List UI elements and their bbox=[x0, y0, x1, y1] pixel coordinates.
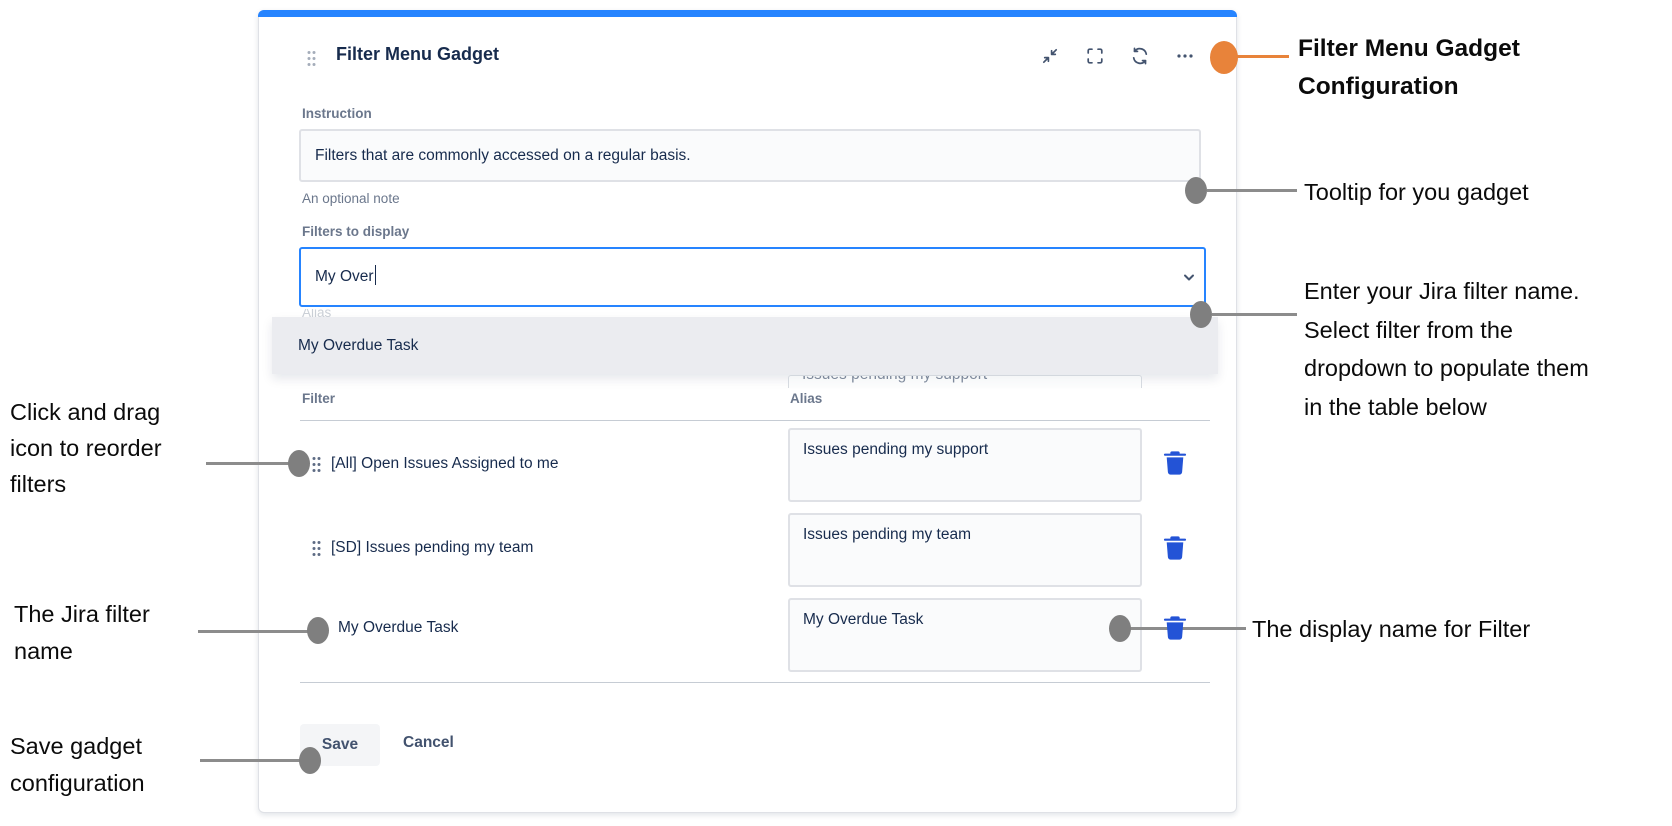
collapse-icon[interactable] bbox=[1040, 46, 1060, 66]
annotation-connector bbox=[200, 759, 302, 762]
trash-icon[interactable] bbox=[1161, 614, 1189, 642]
annotation-connector bbox=[206, 462, 290, 465]
column-header-filter: Filter bbox=[302, 391, 335, 406]
obscured-alias-hint: Issues pending my support bbox=[789, 375, 1141, 384]
annotation-config: Filter Menu Gadget Configuration bbox=[1298, 30, 1520, 106]
table-row: [All] Open Issues Assigned to me Issues … bbox=[258, 424, 1237, 512]
annotation-display-name: The display name for Filter bbox=[1252, 611, 1530, 648]
table-row: [SD] Issues pending my team Issues pendi… bbox=[258, 510, 1237, 598]
refresh-icon[interactable] bbox=[1130, 46, 1150, 66]
instruction-input[interactable]: Filters that are commonly accessed on a … bbox=[299, 129, 1201, 182]
table-header-divider bbox=[300, 420, 1210, 421]
filters-to-display-label: Filters to display bbox=[302, 224, 409, 239]
filter-search-value: My Over bbox=[315, 268, 374, 285]
column-header-alias: Alias bbox=[790, 391, 822, 406]
annotation-dot bbox=[288, 450, 310, 477]
annotation-dot bbox=[299, 747, 321, 774]
annotation-connector bbox=[1212, 313, 1297, 316]
more-icon[interactable] bbox=[1175, 46, 1195, 66]
annotation-tooltip: Tooltip for you gadget bbox=[1304, 174, 1529, 211]
filter-name: My Overdue Task bbox=[338, 619, 458, 637]
filter-name: [All] Open Issues Assigned to me bbox=[331, 455, 558, 473]
annotation-connector bbox=[1207, 189, 1297, 192]
filter-search-input[interactable]: My Over bbox=[299, 247, 1206, 307]
alias-input[interactable]: Issues pending my team bbox=[788, 513, 1142, 587]
annotation-save: Save gadget configuration bbox=[10, 728, 145, 802]
annotation-connector-orange bbox=[1237, 55, 1289, 58]
trash-icon[interactable] bbox=[1161, 534, 1189, 562]
filter-name: [SD] Issues pending my team bbox=[331, 539, 533, 557]
cancel-button[interactable]: Cancel bbox=[403, 734, 454, 752]
dropdown-option[interactable]: My Overdue Task bbox=[272, 317, 1218, 374]
table-row: My Overdue Task My Overdue Task bbox=[258, 596, 1237, 684]
annotation-dot bbox=[1109, 615, 1131, 642]
row-drag-handle-icon[interactable] bbox=[311, 456, 322, 478]
annotation-connector bbox=[198, 630, 310, 633]
annotated-screenshot: Filter Menu Gadget Instruction Filt bbox=[0, 0, 1672, 826]
annotation-enter-filter: Enter your Jira filter name. Select filt… bbox=[1304, 272, 1589, 426]
gadget-header-actions bbox=[1040, 46, 1195, 66]
instruction-label: Instruction bbox=[302, 106, 372, 121]
annotation-dot-orange bbox=[1210, 41, 1238, 74]
obscured-alias-input: Issues pending my support bbox=[788, 375, 1142, 388]
alias-input[interactable]: Issues pending my support bbox=[788, 428, 1142, 502]
trash-icon[interactable] bbox=[1161, 449, 1189, 477]
alias-input[interactable]: My Overdue Task bbox=[788, 598, 1142, 672]
gadget-drag-handle-icon[interactable] bbox=[306, 50, 317, 72]
text-cursor bbox=[375, 265, 377, 285]
row-drag-handle-icon[interactable] bbox=[311, 540, 322, 562]
annotation-drag: Click and drag icon to reorder filters bbox=[10, 394, 162, 502]
chevron-down-icon[interactable] bbox=[1178, 266, 1200, 288]
annotation-jira-filter-name: The Jira filter name bbox=[14, 596, 150, 670]
instruction-helper-text: An optional note bbox=[302, 191, 400, 206]
footer-divider bbox=[300, 682, 1210, 683]
gadget-accent-bar bbox=[258, 10, 1237, 17]
annotation-dot bbox=[307, 617, 329, 644]
expand-icon[interactable] bbox=[1085, 46, 1105, 66]
annotation-dot bbox=[1190, 301, 1212, 328]
annotation-dot bbox=[1185, 177, 1207, 204]
gadget-title: Filter Menu Gadget bbox=[336, 44, 499, 65]
